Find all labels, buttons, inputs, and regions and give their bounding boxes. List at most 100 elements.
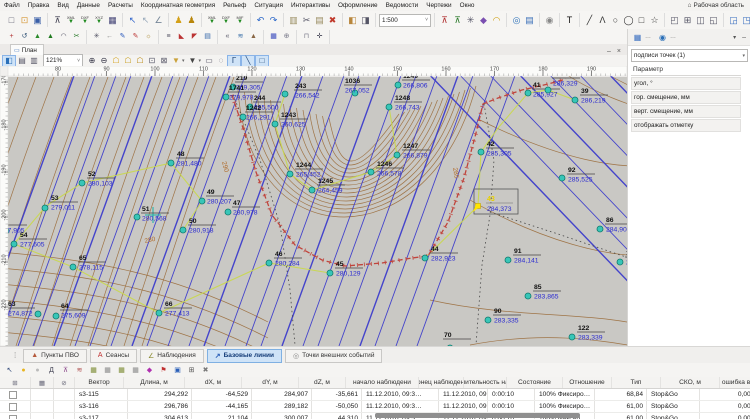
survey-point[interactable]	[597, 226, 603, 232]
import-xyz-icon[interactable]: XYZ▼	[92, 14, 106, 27]
filter-caret-icon[interactable]: ▾	[199, 58, 202, 64]
survey-point[interactable]	[569, 334, 575, 340]
close-plan-button[interactable]: ×	[617, 48, 621, 55]
survey-point[interactable]	[525, 293, 531, 299]
row-checkbox-cell[interactable]	[0, 413, 31, 419]
db-icon[interactable]: ▦	[267, 30, 280, 43]
ellipse-tool-icon[interactable]: ○	[609, 14, 622, 27]
report-icon[interactable]: ▤	[523, 14, 536, 27]
column-header-Состояние[interactable]: Состояние	[507, 377, 563, 388]
pan-next-icon[interactable]: ☖	[134, 56, 146, 66]
column-header-Длина, м[interactable]: Длина, м	[124, 377, 185, 388]
slope-icon[interactable]: ◣	[175, 30, 188, 43]
column-header-СКО, м[interactable]: СКО, м	[661, 377, 720, 388]
panel-minimize-icon[interactable]: –	[742, 34, 746, 41]
tab-базовые-линии[interactable]: ↗Базовые линии	[207, 349, 282, 363]
station-icon[interactable]: ⊼	[438, 14, 451, 27]
survey-point[interactable]	[309, 187, 315, 193]
rotate-icon[interactable]: ↺	[18, 30, 31, 43]
survey-point[interactable]	[266, 260, 272, 266]
survey-point[interactable]	[394, 152, 400, 158]
undo-icon[interactable]: ↶	[254, 14, 267, 27]
pan-icon[interactable]: ☖	[110, 56, 122, 66]
recalc-icon[interactable]: ✳	[90, 30, 103, 43]
paste-icon[interactable]: ▤	[313, 14, 326, 27]
import-points-icon[interactable]: ▲	[31, 30, 44, 43]
survey-point[interactable]	[272, 121, 278, 127]
panel-caret-icon[interactable]: ▾	[733, 34, 736, 41]
menu-файл[interactable]: Файл	[0, 2, 24, 9]
row-checkbox-cell[interactable]	[0, 389, 31, 400]
menu-окно[interactable]: Окно	[456, 2, 479, 9]
slope2-icon[interactable]: ◤	[188, 30, 201, 43]
survey-point[interactable]	[70, 264, 76, 270]
menu-вид[interactable]: Вид	[53, 2, 73, 9]
select-rect-icon[interactable]: ▭	[203, 56, 215, 66]
survey-point[interactable]	[617, 259, 623, 265]
table-import2-icon[interactable]: ▦	[129, 364, 142, 377]
column-header-ошибка в пла[interactable]: ошибка в пла	[720, 377, 750, 388]
table-export-icon[interactable]: ▦	[87, 364, 100, 377]
grid-tool-icon[interactable]: ⊞	[681, 14, 694, 27]
view-icon[interactable]: ▣	[171, 364, 184, 377]
pan-prev-icon[interactable]: ☖	[122, 56, 134, 66]
tab-пункты-пво[interactable]: ▲Пункты ПВО	[23, 349, 87, 363]
antenna-icon[interactable]: ◠	[490, 14, 503, 27]
sheet-icon[interactable]: ▤	[201, 30, 214, 43]
point-tool-icon[interactable]: ♟	[172, 14, 185, 27]
survey-point[interactable]	[386, 104, 392, 110]
select-circle-icon[interactable]: ◌	[215, 56, 227, 66]
cut-icon[interactable]: ✂	[300, 14, 313, 27]
zoom-extent-icon[interactable]: ⊡	[146, 56, 158, 66]
column-header-Вектор[interactable]: Вектор	[75, 377, 124, 388]
column-header-dX, м[interactable]: dX, м	[185, 377, 242, 388]
menu-расчеты[interactable]: Расчеты	[104, 2, 137, 9]
workspace-area[interactable]: ⌂ Рабочая область	[688, 2, 750, 9]
survey-point[interactable]	[168, 160, 174, 166]
drag-handle[interactable]: ⁞	[14, 351, 16, 360]
export-xml-icon[interactable]: XML▼	[205, 14, 219, 27]
column-header-длительность наб[interactable]: длительность наб	[464, 377, 507, 388]
survey-point[interactable]	[199, 198, 205, 204]
menu-ситуация[interactable]: Ситуация	[250, 2, 287, 9]
survey-point[interactable]	[525, 90, 531, 96]
plan-map-canvas[interactable]: 28029028557277,90554277,60553279,0115228…	[0, 66, 627, 346]
survey-point[interactable]	[42, 205, 48, 211]
column-header-Тип[interactable]: Тип	[612, 377, 661, 388]
menu-правка[interactable]: Правка	[24, 2, 54, 9]
select-column-icon[interactable]: ⊞	[0, 377, 31, 388]
dropdown-dots-icon[interactable]: …	[645, 34, 651, 40]
survey-point[interactable]	[225, 209, 231, 215]
add-point-icon[interactable]: +	[5, 30, 18, 43]
panel-pin-icon[interactable]: ◉	[656, 31, 669, 44]
rename-icon[interactable]: Д	[45, 364, 58, 377]
table-export2-icon[interactable]: ▦	[101, 364, 114, 377]
edit-red-icon[interactable]: ✎	[129, 30, 142, 43]
frame-icon[interactable]: ⊓	[300, 30, 313, 43]
import-xml-icon[interactable]: XML▼	[64, 14, 78, 27]
pick-cursor-icon[interactable]: ↖	[139, 14, 152, 27]
survey-point[interactable]	[53, 313, 59, 319]
new-file-icon[interactable]: □	[5, 14, 18, 27]
station2-icon[interactable]: ⊼	[451, 14, 464, 27]
column-header-dZ, м[interactable]: dZ, м	[299, 377, 346, 388]
menu-рельеф[interactable]: Рельеф	[219, 2, 250, 9]
row-checkbox-cell[interactable]	[0, 401, 31, 412]
point-tool2-icon[interactable]: ♟	[185, 14, 198, 27]
survey-point[interactable]	[180, 227, 186, 233]
zoom-window-icon[interactable]: ⊠	[158, 56, 170, 66]
text-tool-icon[interactable]: T	[563, 14, 576, 27]
tab-наблюдения[interactable]: ∠Наблюдения	[140, 349, 204, 363]
table-row[interactable]: s3-116296,786-44,165289,182-50,05011.12.…	[0, 401, 750, 413]
survey-point[interactable]	[134, 214, 140, 220]
element-filter-icon[interactable]: ▼	[187, 56, 199, 66]
menu-координатная геометрия[interactable]: Координатная геометрия	[137, 2, 219, 9]
param-row[interactable]: гор. смещение, мм	[631, 91, 741, 104]
preview-icon[interactable]: ▥	[28, 56, 40, 66]
survey-point[interactable]	[485, 317, 491, 323]
scale-combo[interactable]: 1:500˅	[379, 14, 431, 27]
back-icon[interactable]: ←	[103, 30, 116, 43]
menu-ведомости[interactable]: Ведомости	[382, 2, 423, 9]
zoom-out-icon[interactable]: ⊖	[98, 56, 110, 66]
collapse-icon[interactable]: «	[221, 30, 234, 43]
